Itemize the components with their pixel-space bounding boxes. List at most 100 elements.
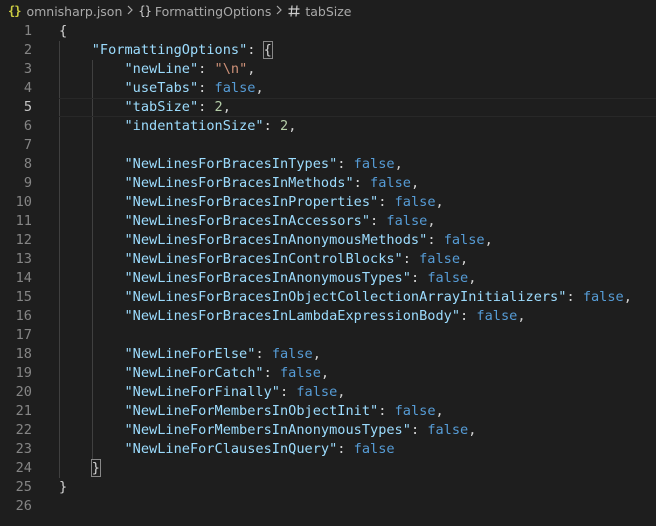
colon: : bbox=[263, 365, 280, 381]
boolean-value: false bbox=[419, 251, 461, 267]
comma: , bbox=[410, 175, 420, 191]
property-key: "NewLineForCatch" bbox=[124, 365, 264, 381]
comma: , bbox=[517, 308, 526, 324]
boolean-value: false bbox=[296, 384, 338, 400]
line-number: 18 bbox=[15, 346, 32, 362]
property-key: "NewLinesForBracesInAccessors" bbox=[124, 213, 371, 229]
colon: : bbox=[410, 422, 428, 438]
line-content[interactable]: "NewLinesForBracesInObjectCollectionArra… bbox=[59, 288, 631, 307]
line-number: 20 bbox=[15, 384, 32, 400]
line-content[interactable]: "NewLinesForBracesInProperties": false, bbox=[59, 193, 443, 212]
code-line[interactable]: 20 "NewLineForFinally": false, bbox=[0, 383, 656, 402]
line-number: 1 bbox=[23, 23, 32, 39]
line-number: 10 bbox=[15, 194, 32, 210]
comma: , bbox=[222, 99, 231, 115]
code-line[interactable]: 11 "NewLinesForBracesInAccessors": false… bbox=[0, 212, 656, 231]
line-content[interactable] bbox=[59, 136, 124, 155]
code-line[interactable]: 13 "NewLinesForBracesInControlBlocks": f… bbox=[0, 250, 656, 269]
line-content[interactable]: "NewLinesForBracesInAnonymousMethods": f… bbox=[59, 231, 492, 250]
code-line[interactable]: 17 bbox=[0, 326, 656, 345]
property-key: "NewLinesForBracesInControlBlocks" bbox=[124, 251, 403, 267]
code-editor[interactable]: {} omnisharp.json {} FormattingOptions t… bbox=[0, 0, 656, 526]
line-content[interactable]: } bbox=[59, 478, 67, 497]
code-line[interactable]: 14 "NewLinesForBracesInAnonymousTypes": … bbox=[0, 269, 656, 288]
code-line[interactable]: 4 "useTabs": false, bbox=[0, 79, 656, 98]
code-line[interactable]: 18 "NewLineForElse": false, bbox=[0, 345, 656, 364]
colon: : bbox=[263, 118, 280, 134]
code-line[interactable]: 10 "NewLinesForBracesInProperties": fals… bbox=[0, 193, 656, 212]
line-number: 17 bbox=[15, 327, 32, 343]
property-key: "useTabs" bbox=[124, 80, 199, 96]
line-content[interactable]: "NewLinesForBracesInControlBlocks": fals… bbox=[59, 250, 468, 269]
code-line[interactable]: 26 bbox=[0, 497, 656, 516]
line-content[interactable]: "NewLineForElse": false, bbox=[59, 345, 320, 364]
line-content[interactable]: } bbox=[59, 459, 101, 478]
code-line[interactable]: 6 "indentationSize": 2, bbox=[0, 117, 656, 136]
code-line[interactable]: 23 "NewLineForClausesInQuery": false bbox=[0, 440, 656, 459]
line-content[interactable]: "FormattingOptions": { bbox=[59, 41, 273, 60]
property-key: "tabSize" bbox=[124, 99, 199, 115]
breadcrumb-object-label: FormattingOptions bbox=[154, 3, 272, 19]
code-line[interactable]: 8 "NewLinesForBracesInTypes": false, bbox=[0, 155, 656, 174]
line-content[interactable]: "NewLineForMembersInObjectInit": false, bbox=[59, 402, 443, 421]
code-line[interactable]: 25} bbox=[0, 478, 656, 497]
line-number: 9 bbox=[23, 175, 32, 191]
breadcrumb: {} omnisharp.json {} FormattingOptions t… bbox=[0, 0, 656, 22]
line-content[interactable]: "NewLinesForBracesInLambdaExpressionBody… bbox=[59, 307, 526, 326]
line-number: 8 bbox=[23, 156, 32, 172]
comma: , bbox=[394, 156, 403, 172]
boolean-value: false bbox=[214, 80, 256, 96]
property-key: "NewLinesForBracesInTypes" bbox=[124, 156, 338, 172]
code-line[interactable]: 7 bbox=[0, 136, 656, 155]
line-content[interactable]: "NewLinesForBracesInAnonymousTypes": fal… bbox=[59, 269, 476, 288]
line-content[interactable]: "useTabs": false, bbox=[59, 79, 263, 98]
line-number: 21 bbox=[15, 403, 32, 419]
line-content[interactable]: "tabSize": 2, bbox=[59, 98, 231, 117]
line-content[interactable]: "NewLineForClausesInQuery": false bbox=[59, 440, 394, 459]
colon: : bbox=[427, 232, 444, 248]
number-value: 2 bbox=[214, 99, 223, 115]
colon: : bbox=[337, 441, 354, 457]
line-content[interactable]: "NewLineForCatch": false, bbox=[59, 364, 329, 383]
colon: : bbox=[566, 289, 583, 305]
breadcrumb-file[interactable]: {} omnisharp.json bbox=[0, 4, 122, 19]
code-line[interactable]: 1{ bbox=[0, 22, 656, 41]
code-line[interactable]: 3 "newLine": "\n", bbox=[0, 60, 656, 79]
property-key: "NewLineForMembersInAnonymousTypes" bbox=[124, 422, 411, 438]
line-content[interactable]: "NewLinesForBracesInTypes": false, bbox=[59, 155, 403, 174]
breadcrumb-property[interactable]: tabSize bbox=[287, 4, 352, 19]
breadcrumb-object[interactable]: {} FormattingOptions bbox=[138, 4, 271, 19]
line-content[interactable]: "indentationSize": 2, bbox=[59, 117, 296, 136]
boolean-value: false bbox=[394, 194, 436, 210]
line-content[interactable]: "newLine": "\n", bbox=[59, 60, 255, 79]
boolean-value: false bbox=[443, 232, 485, 248]
code-line[interactable]: 22 "NewLineForMembersInAnonymousTypes": … bbox=[0, 421, 656, 440]
line-content[interactable] bbox=[59, 326, 124, 345]
code-area[interactable]: 1{2 "FormattingOptions": {3 "newLine": "… bbox=[0, 22, 656, 526]
boolean-value: false bbox=[370, 175, 411, 191]
code-line[interactable]: 5 "tabSize": 2, bbox=[0, 98, 656, 117]
line-number: 6 bbox=[23, 118, 32, 134]
code-line[interactable]: 9 "NewLinesForBracesInMethods": false, bbox=[0, 174, 656, 193]
boolean-value: false bbox=[280, 365, 321, 381]
line-content[interactable]: { bbox=[59, 22, 67, 41]
line-number: 19 bbox=[15, 365, 32, 381]
code-line[interactable]: 12 "NewLinesForBracesInAnonymousMethods"… bbox=[0, 231, 656, 250]
boolean-value: false bbox=[582, 289, 624, 305]
line-content[interactable]: "NewLineForMembersInAnonymousTypes": fal… bbox=[59, 421, 476, 440]
code-line[interactable]: 24 } bbox=[0, 459, 656, 478]
line-number: 5 bbox=[23, 99, 32, 115]
code-line[interactable]: 21 "NewLineForMembersInObjectInit": fals… bbox=[0, 402, 656, 421]
code-line[interactable]: 15 "NewLinesForBracesInObjectCollectionA… bbox=[0, 288, 656, 307]
colon: : bbox=[378, 403, 395, 419]
code-line[interactable]: 16 "NewLinesForBracesInLambdaExpressionB… bbox=[0, 307, 656, 326]
comma: , bbox=[468, 422, 477, 438]
boolean-value: false bbox=[271, 346, 313, 362]
line-content[interactable]: "NewLinesForBracesInAccessors": false, bbox=[59, 212, 435, 231]
code-line[interactable]: 2 "FormattingOptions": { bbox=[0, 41, 656, 60]
code-line[interactable]: 19 "NewLineForCatch": false, bbox=[0, 364, 656, 383]
line-number: 3 bbox=[23, 61, 32, 77]
line-number: 14 bbox=[15, 270, 32, 286]
line-content[interactable]: "NewLineForFinally": false, bbox=[59, 383, 345, 402]
line-content[interactable]: "NewLinesForBracesInMethods": false, bbox=[59, 174, 419, 193]
